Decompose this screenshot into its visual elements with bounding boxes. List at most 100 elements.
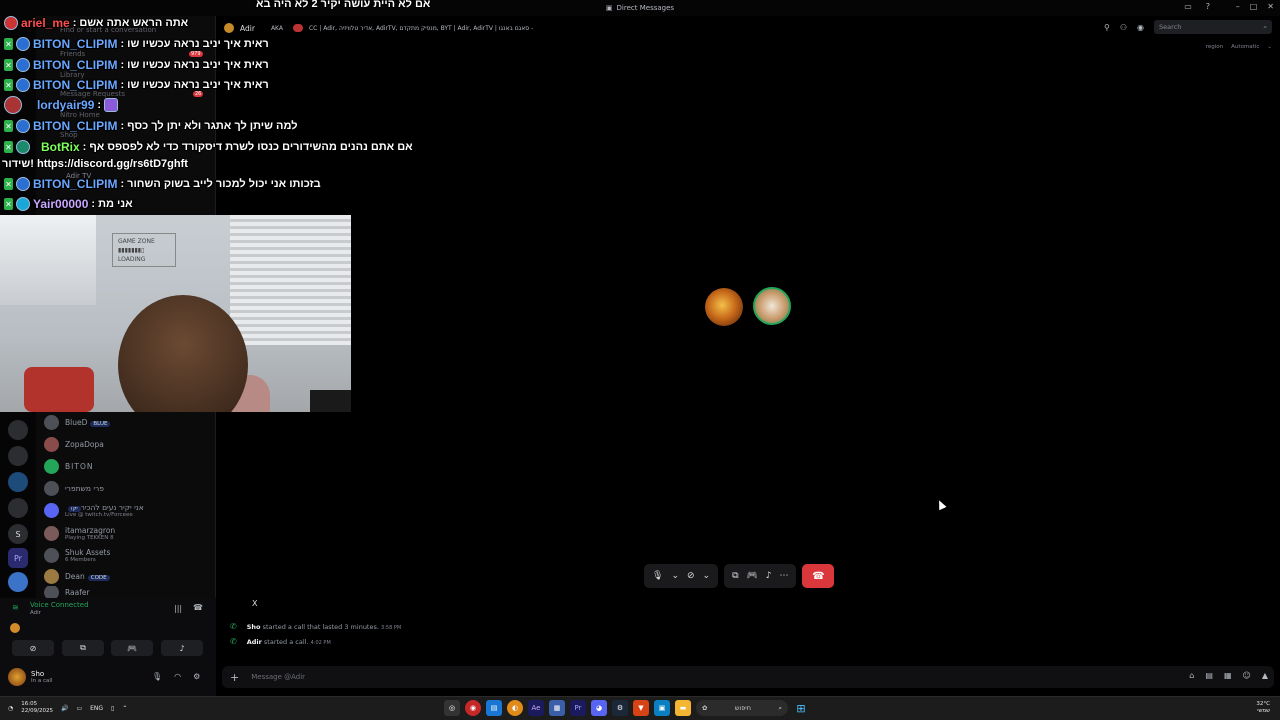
activity-button[interactable]: 🎮 xyxy=(111,640,153,656)
maximize-icon[interactable]: □ xyxy=(1250,2,1258,11)
language-indicator[interactable]: ENG xyxy=(90,705,103,712)
battery-icon[interactable]: ▯ xyxy=(111,705,114,712)
dm-item[interactable]: itamarzagron Playing TEKKEN 8 xyxy=(44,523,214,543)
dm-item[interactable]: אני יקיר נעים להכיריקו Live @ twitch.tv/F… xyxy=(44,500,214,520)
clock[interactable]: 16:05 22/09/2025 xyxy=(21,701,53,715)
chevron-down-icon[interactable]: ⌄ xyxy=(703,571,711,581)
weather-widget[interactable]: 32°C שמשי xyxy=(1256,701,1270,715)
message-composer[interactable]: + Message @Adir ⌂ ▤ ▦ ☺ ▲ xyxy=(222,666,1274,688)
user-profile-icon[interactable]: ◉ xyxy=(1137,23,1144,32)
webcam-shadow xyxy=(310,390,351,412)
premiere-server-icon[interactable]: Pr xyxy=(8,548,28,568)
more-icon[interactable]: ⋯ xyxy=(779,571,788,581)
wifi-icon[interactable]: ◔ xyxy=(8,705,13,712)
server-icon[interactable] xyxy=(8,446,28,466)
pin-icon[interactable]: ⚲ xyxy=(1104,23,1110,32)
dm-item[interactable]: Dean CODE xyxy=(44,566,214,586)
dm-item[interactable]: Shuk Assets 6 Members xyxy=(44,545,214,565)
gif-icon[interactable]: ▤ xyxy=(1205,671,1213,680)
app-blender-icon[interactable]: ◐ xyxy=(507,700,523,716)
close-icon[interactable]: ✕ xyxy=(1267,2,1274,11)
app-obs-icon[interactable]: ◎ xyxy=(444,700,460,716)
sticker-icon[interactable]: ▦ xyxy=(1224,671,1232,680)
chat-line: ✕ BITON_CLIPIM : ראית איך יניב נראה עכשיו… xyxy=(4,58,269,72)
disconnect-icon[interactable]: ☎ xyxy=(193,603,203,612)
dm-item[interactable]: ZopaDopa xyxy=(44,434,214,454)
server-icon[interactable]: S xyxy=(8,524,28,544)
emoji-icon[interactable]: ☺ xyxy=(1243,671,1251,680)
taskbar-search[interactable]: ✿ חיפוש ⌕ xyxy=(696,700,788,716)
app-after-effects-icon[interactable]: Ae xyxy=(528,700,544,716)
headphones-icon[interactable]: ◠ xyxy=(174,672,181,681)
avatar xyxy=(16,119,30,133)
dm-item[interactable]: Raafer xyxy=(44,586,214,598)
display-icon[interactable]: ▭ xyxy=(76,705,82,712)
add-friends-icon[interactable]: ⚇ xyxy=(1120,23,1127,32)
server-icon[interactable] xyxy=(8,420,28,440)
chevron-down-icon[interactable]: ⌄ xyxy=(671,571,679,581)
dm-item[interactable]: BlueD BLUE xyxy=(44,412,214,432)
participant-avatar[interactable] xyxy=(705,288,743,326)
avatar xyxy=(44,586,59,598)
avatar xyxy=(16,58,30,72)
app-brave-icon[interactable]: ▼ xyxy=(633,700,649,716)
chevron-up-icon[interactable]: ⌃ xyxy=(122,705,127,712)
voice-status[interactable]: Voice Connected xyxy=(30,601,89,609)
server-icon[interactable] xyxy=(8,472,28,492)
message-input[interactable]: Message @Adir xyxy=(251,673,305,681)
add-attachment-icon[interactable]: + xyxy=(230,671,239,684)
user-avatar-small xyxy=(224,23,234,33)
mod-badge-icon: ✕ xyxy=(4,120,13,132)
screen-share-icon[interactable]: ⧉ xyxy=(732,571,738,581)
minimize-icon[interactable]: – xyxy=(1236,2,1240,11)
voice-channel[interactable]: Adir xyxy=(30,610,41,616)
avatar xyxy=(44,525,59,541)
server-icon[interactable] xyxy=(8,498,28,518)
user-status: In a call xyxy=(31,678,53,684)
app-explorer-icon[interactable]: ▬ xyxy=(675,700,691,716)
dm-item[interactable]: פרי משתפרי xyxy=(44,478,214,498)
window-title: Direct Messages xyxy=(616,4,675,12)
app-chrome-icon[interactable]: ◉ xyxy=(465,700,481,716)
activity-icon[interactable]: 🎮 xyxy=(747,571,758,581)
webcam-window-left xyxy=(0,215,96,305)
noise-suppression-icon[interactable]: ||| xyxy=(174,604,182,613)
call-header: Adir AKA CC | Adir, אדיר טלוויזיה, AdirT… xyxy=(218,16,1280,40)
inbox-icon[interactable]: ▭ xyxy=(1184,2,1192,11)
screen-share-button[interactable]: ⧉ xyxy=(62,640,104,656)
help-icon[interactable]: ? xyxy=(1206,2,1210,11)
messages-close-icon[interactable]: X xyxy=(252,599,257,608)
volume-icon[interactable]: 🔊 xyxy=(61,705,68,712)
apps-icon[interactable]: ▲ xyxy=(1262,671,1268,680)
app-files-icon[interactable]: ▤ xyxy=(486,700,502,716)
app-notepad-icon[interactable]: ▦ xyxy=(549,700,565,716)
user-panel[interactable]: Sho In a call xyxy=(8,668,52,686)
camera-button[interactable]: ⊘ xyxy=(12,640,54,656)
soundboard-button[interactable]: ♪ xyxy=(161,640,203,656)
taskbar-apps: ◎ ◉ ▤ ◐ Ae ▦ Pr ◕ ⚙ ▼ ▣ ▬ ✿ חיפוש ⌕ ⊞ xyxy=(444,700,809,716)
participant-avatar-speaking[interactable] xyxy=(753,287,791,325)
mic-icon[interactable]: 🎙 xyxy=(652,571,663,581)
app-premiere-icon[interactable]: Pr xyxy=(570,700,586,716)
app-steam-icon[interactable]: ⚙ xyxy=(612,700,628,716)
call-user-name[interactable]: Adir xyxy=(240,24,255,33)
app-discord-icon[interactable]: ◕ xyxy=(591,700,607,716)
gear-icon[interactable]: ⚙ xyxy=(193,672,200,681)
search-icon: ⌕ xyxy=(778,703,782,712)
system-message: ✆ Adir started a call. 4:02 PM xyxy=(230,637,331,646)
chat-line: ✕ BotRix : אם אתם נהנים מהשידורים כנסו לש… xyxy=(4,140,413,154)
disconnect-button[interactable]: ☎ xyxy=(802,564,835,588)
mic-icon[interactable]: 🎙 xyxy=(152,672,162,681)
search-input[interactable]: Search ⌕ xyxy=(1154,20,1272,34)
server-icon[interactable] xyxy=(8,572,28,592)
gift-icon[interactable]: ⌂ xyxy=(1189,671,1194,680)
soundboard-icon[interactable]: ♪ xyxy=(766,571,772,581)
aka-label: AKA xyxy=(270,24,283,32)
dm-item[interactable]: BITON xyxy=(44,456,214,476)
emote-icon xyxy=(104,98,119,112)
call-controls: 🎙 ⌄ ⊘ ⌄ ⧉ 🎮 ♪ ⋯ ☎ xyxy=(644,564,835,588)
windows-start-icon[interactable]: ⊞ xyxy=(793,700,809,716)
camera-off-icon[interactable]: ⊘ xyxy=(687,571,695,581)
app-store-icon[interactable]: ▣ xyxy=(654,700,670,716)
region-selector[interactable]: region Automatic ⌄ xyxy=(1206,44,1272,50)
